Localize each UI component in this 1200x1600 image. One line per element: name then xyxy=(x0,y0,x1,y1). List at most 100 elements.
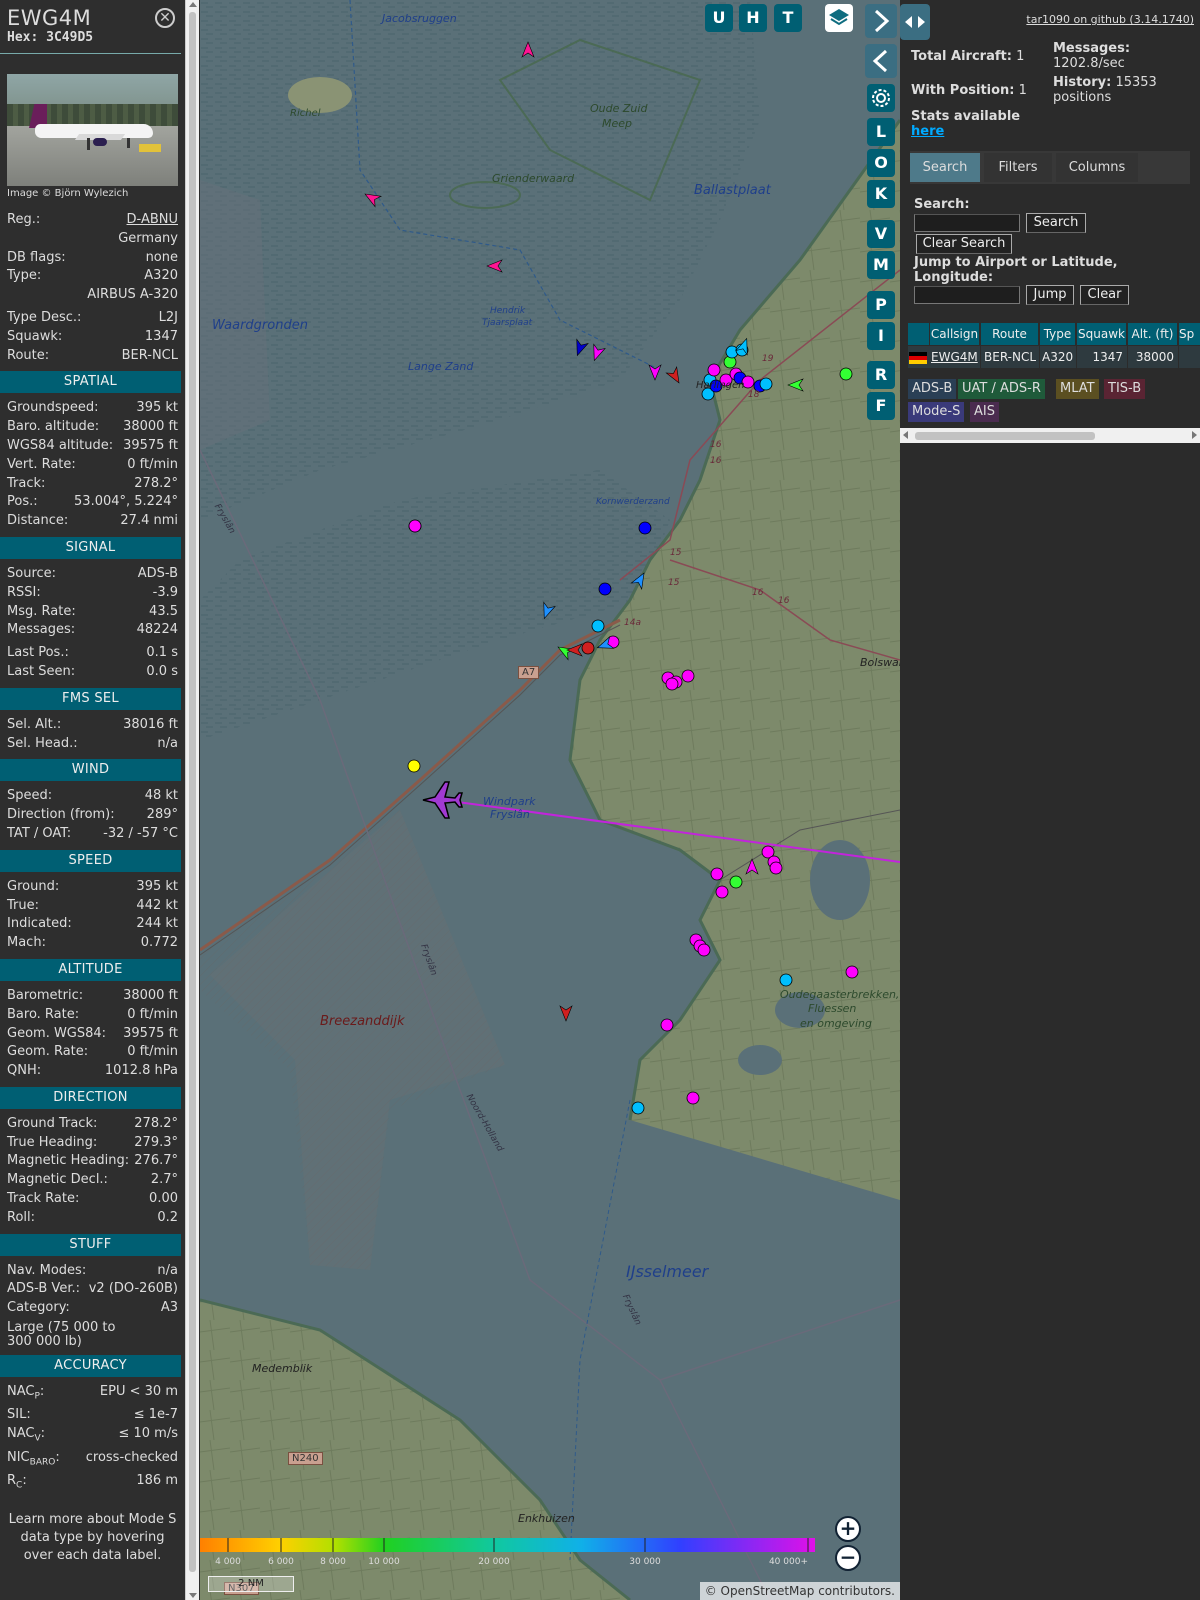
info-row-value: 39575 ft xyxy=(123,437,178,453)
button-h[interactable]: H xyxy=(739,4,767,32)
section-header-stuff[interactable]: STUFF xyxy=(0,1233,181,1256)
legend-ads-b[interactable]: ADS-B xyxy=(908,379,957,399)
legend-mlat[interactable]: MLAT xyxy=(1056,379,1099,399)
section-header-accuracy[interactable]: ACCURACY xyxy=(0,1355,181,1378)
info-row: Speed: 48 kt xyxy=(0,787,185,806)
section-header-wind[interactable]: WIND xyxy=(0,759,181,782)
aircraft-marker[interactable] xyxy=(845,965,859,979)
aircraft-marker[interactable] xyxy=(638,521,652,535)
aircraft-marker[interactable] xyxy=(697,943,711,957)
expand-right-icon[interactable] xyxy=(865,4,897,38)
aircraft-marker[interactable] xyxy=(681,669,695,683)
button-f[interactable]: F xyxy=(867,392,895,420)
tab-columns[interactable]: Columns xyxy=(1056,153,1138,182)
aircraft-marker[interactable] xyxy=(707,363,721,377)
info-row-label: Groundspeed: xyxy=(7,400,99,416)
col-type[interactable]: Type xyxy=(1040,323,1076,345)
github-link[interactable]: tar1090 on github (3.14.1740) xyxy=(1026,13,1194,26)
aircraft-marker[interactable] xyxy=(686,1091,700,1105)
col-speed[interactable]: Sp xyxy=(1179,323,1200,345)
aircraft-marker[interactable] xyxy=(631,1101,645,1115)
aircraft-marker[interactable] xyxy=(660,1018,674,1032)
aircraft-marker[interactable] xyxy=(408,519,422,533)
zoom-out-button[interactable]: − xyxy=(835,1545,861,1571)
section-header-signal[interactable]: SIGNAL xyxy=(0,536,181,559)
section-header-direction[interactable]: DIRECTION xyxy=(0,1086,181,1109)
gear-icon[interactable] xyxy=(867,84,895,112)
info-row-value: 395 kt xyxy=(136,878,178,894)
info-row-value: EPU < 30 m xyxy=(99,1384,178,1400)
aircraft-marker[interactable] xyxy=(769,861,783,875)
detail-row-0-value[interactable]: D-ABNU xyxy=(127,211,178,230)
legend-tis-b[interactable]: TIS-B xyxy=(1104,379,1146,399)
button-i[interactable]: I xyxy=(867,322,895,350)
col-altitude[interactable]: Alt. (ft) xyxy=(1128,323,1178,345)
aircraft-photo[interactable] xyxy=(7,74,178,186)
map-label: Meep xyxy=(602,117,633,130)
stats-link[interactable]: here xyxy=(911,124,944,139)
altitude-tick-label: 6 000 xyxy=(268,1557,294,1567)
aircraft-marker[interactable] xyxy=(407,759,421,773)
map-canvas[interactable]: 4 000 6 000 8 000 10 000 20 000 30 000 40 000+ xyxy=(200,0,900,1600)
info-scrollbar[interactable] xyxy=(185,0,199,1600)
close-icon[interactable]: ✕ xyxy=(155,8,175,28)
info-row: SIL: ≤ 1e-7 xyxy=(0,1406,185,1425)
map-label: Medemblik xyxy=(252,1362,313,1375)
legend-uat-ads-r[interactable]: UAT / ADS-R xyxy=(958,379,1045,399)
layers-icon[interactable] xyxy=(825,4,853,32)
table-scrollbar[interactable] xyxy=(900,428,1200,443)
section-header-altitude[interactable]: ALTITUDE xyxy=(0,958,181,981)
aircraft-marker[interactable] xyxy=(759,377,773,391)
button-p[interactable]: P xyxy=(867,291,895,319)
map-label: Jacobsruggen xyxy=(382,12,457,25)
button-o[interactable]: O xyxy=(867,149,895,177)
section-header-spatial[interactable]: SPATIAL xyxy=(0,371,181,394)
row-callsign[interactable]: EWG4M xyxy=(930,346,980,368)
split-arrows-icon[interactable] xyxy=(900,4,930,40)
aircraft-marker[interactable] xyxy=(729,875,743,889)
clear-search-button[interactable]: Clear Search xyxy=(916,234,1012,254)
search-input[interactable] xyxy=(914,214,1020,232)
col-route[interactable]: Route xyxy=(981,323,1039,345)
zoom-in-button[interactable]: + xyxy=(835,1516,861,1542)
map-label: IJsselmeer xyxy=(626,1262,709,1281)
button-k[interactable]: K xyxy=(867,180,895,208)
collapse-left-icon[interactable] xyxy=(865,44,897,78)
osm-link[interactable]: OpenStreetMap xyxy=(721,1584,815,1598)
scrollbar-thumb[interactable] xyxy=(189,12,196,1572)
col-callsign[interactable]: Callsign xyxy=(930,323,980,345)
search-label: Search: xyxy=(914,197,970,212)
tab-filters[interactable]: Filters xyxy=(984,153,1052,182)
button-t[interactable]: T xyxy=(774,4,802,32)
info-row-value: 48 kt xyxy=(144,788,178,804)
aircraft-marker[interactable] xyxy=(710,867,724,881)
section-header-speed[interactable]: SPEED xyxy=(0,849,181,872)
aircraft-marker[interactable] xyxy=(598,582,612,596)
tab-search[interactable]: Search xyxy=(910,153,980,182)
info-row: TAT / OAT: -32 / -57 °C xyxy=(0,825,185,844)
aircraft-marker[interactable] xyxy=(779,973,793,987)
clear-button[interactable]: Clear xyxy=(1080,285,1129,305)
jump-button[interactable]: Jump xyxy=(1026,285,1074,305)
map-attribution: © OpenStreetMap contributors. xyxy=(699,1582,900,1600)
button-l[interactable]: L xyxy=(867,118,895,146)
aircraft-marker[interactable] xyxy=(591,619,605,633)
search-button[interactable]: Search xyxy=(1026,213,1086,233)
info-row-label: Speed: xyxy=(7,788,53,804)
aircraft-marker[interactable] xyxy=(581,641,595,655)
detail-row-4-value: AIRBUS A-320 xyxy=(87,287,178,303)
section-header-fms-sel[interactable]: FMS SEL xyxy=(0,687,181,710)
legend-mode-s[interactable]: Mode-S xyxy=(908,402,965,422)
button-r[interactable]: R xyxy=(867,361,895,389)
aircraft-marker[interactable] xyxy=(665,677,679,691)
legend-ais[interactable]: AIS xyxy=(970,402,999,422)
jump-input[interactable] xyxy=(914,286,1020,304)
map[interactable]: 4 000 6 000 8 000 10 000 20 000 30 000 40 000+… xyxy=(200,0,900,1600)
aircraft-marker[interactable] xyxy=(715,885,729,899)
button-m[interactable]: M xyxy=(867,251,895,279)
map-label: Oude Zuid xyxy=(590,102,648,115)
aircraft-marker[interactable] xyxy=(839,367,853,381)
button-u[interactable]: U xyxy=(705,4,733,32)
button-v[interactable]: V xyxy=(867,220,895,248)
col-squawk[interactable]: Squawk xyxy=(1077,323,1127,345)
